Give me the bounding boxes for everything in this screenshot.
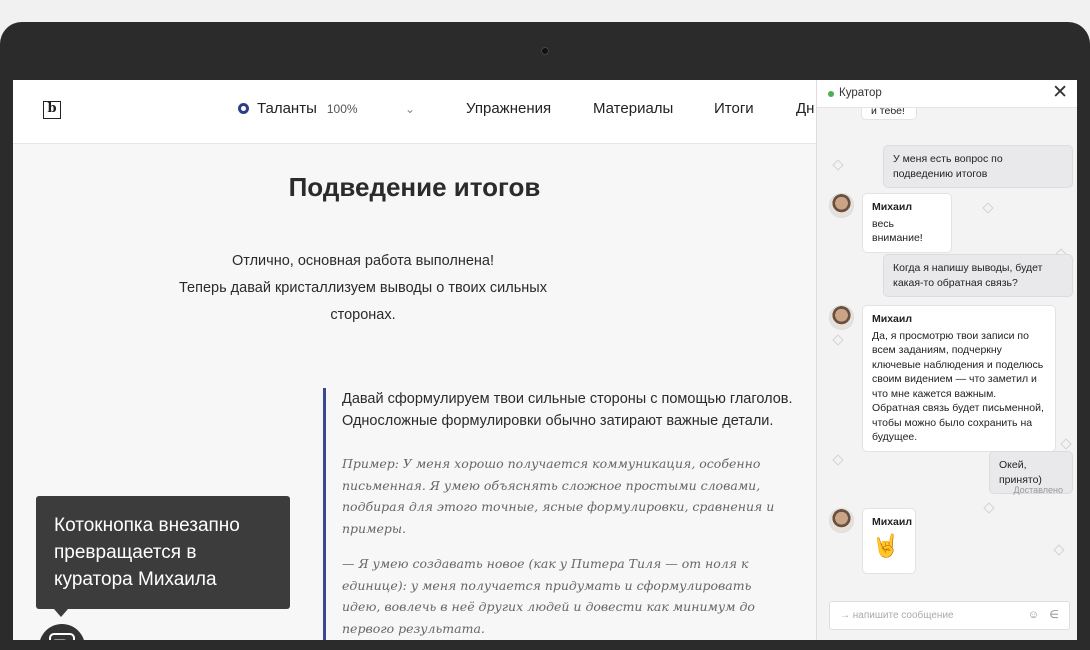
nav-exercises[interactable]: Упражнения bbox=[466, 100, 551, 117]
decor-diamond bbox=[983, 502, 995, 514]
message-author: Михаил bbox=[872, 201, 913, 213]
app-screen: b Таланты 100% ⌄ Упражнения Материалы Ит… bbox=[13, 80, 1077, 640]
intro-text: Отлично, основная работа выполнена! Тепе… bbox=[163, 248, 563, 329]
intro-line-2: Теперь давай кристаллизуем выводы о твои… bbox=[179, 280, 547, 323]
nav-materials[interactable]: Материалы bbox=[593, 100, 673, 117]
online-status-icon bbox=[828, 91, 834, 97]
close-icon[interactable]: ✕ bbox=[1052, 83, 1068, 103]
chat-message-out: У меня есть вопрос по подведению итогов bbox=[883, 145, 1073, 188]
decor-diamond bbox=[832, 454, 844, 466]
chat-header: Куратор ✕ bbox=[817, 80, 1077, 108]
nav-diary[interactable]: Дн bbox=[796, 100, 814, 117]
talents-module[interactable]: Таланты 100% bbox=[238, 100, 358, 117]
cat-button[interactable]: В bbox=[39, 624, 85, 640]
page-title: Подведение итогов bbox=[288, 172, 541, 202]
avatar bbox=[829, 305, 854, 330]
message-author: Михаил bbox=[872, 313, 913, 325]
instruction-lead: Давай сформулируем твои сильные стороны … bbox=[342, 391, 793, 429]
chat-message-in: Михаил весь внимание! bbox=[862, 193, 952, 253]
smile-icon[interactable]: ☺ bbox=[1028, 609, 1039, 621]
avatar bbox=[829, 193, 854, 218]
avatar bbox=[829, 508, 854, 533]
delivered-status: Доставлено bbox=[1013, 485, 1063, 495]
laptop-frame: b Таланты 100% ⌄ Упражнения Материалы Ит… bbox=[0, 22, 1090, 650]
chat-title: Куратор bbox=[839, 87, 882, 99]
message-text: Да, я просмотрю твои записи по всем зада… bbox=[872, 329, 1044, 444]
decor-diamond bbox=[982, 202, 994, 214]
chevron-down-icon[interactable]: ⌄ bbox=[405, 102, 415, 116]
attach-icon[interactable]: ∈ bbox=[1049, 608, 1059, 621]
chat-message-in: Михаил Да, я просмотрю твои записи по вс… bbox=[862, 305, 1056, 452]
rock-hand-icon: 🤘 bbox=[872, 532, 900, 558]
camera bbox=[541, 47, 549, 55]
top-nav: b Таланты 100% ⌄ Упражнения Материалы Ит… bbox=[13, 80, 816, 144]
message-input-placeholder: → напишите сообщение bbox=[840, 610, 954, 621]
chat-message-in: Михаил 🤘 bbox=[862, 508, 916, 574]
logo[interactable]: b bbox=[43, 101, 61, 119]
talents-percent: 100% bbox=[326, 101, 358, 116]
example-2: — Я умею создавать новое (как у Питера Т… bbox=[342, 556, 755, 636]
decor-diamond bbox=[1060, 438, 1072, 450]
decor-diamond bbox=[832, 159, 844, 171]
message-input[interactable]: → напишите сообщение ☺ ∈ bbox=[829, 601, 1070, 630]
decor-diamond bbox=[1053, 544, 1065, 556]
chat-message-out: Когда я напишу выводы, будет какая-то об… bbox=[883, 254, 1073, 297]
decor-diamond bbox=[832, 334, 844, 346]
intro-line-1: Отлично, основная работа выполнена! bbox=[232, 253, 494, 269]
chat-panel: и тебе! У меня есть вопрос по подведению… bbox=[816, 80, 1077, 640]
talents-label: Таланты bbox=[257, 100, 317, 117]
main-content: Подведение итогов Отлично, основная рабо… bbox=[13, 144, 816, 640]
instruction-block: Давай сформулируем твои сильные стороны … bbox=[323, 388, 793, 640]
example-1: Пример: У меня хорошо получается коммуни… bbox=[342, 456, 775, 536]
progress-dot-icon bbox=[238, 103, 249, 114]
message-author: Михаил bbox=[872, 516, 913, 528]
cat-button-glyph: В bbox=[49, 633, 75, 640]
nav-results[interactable]: Итоги bbox=[714, 100, 754, 117]
message-text: весь внимание! bbox=[872, 217, 923, 245]
tooltip: Котокнопка внезапно превращается в курат… bbox=[36, 496, 290, 617]
